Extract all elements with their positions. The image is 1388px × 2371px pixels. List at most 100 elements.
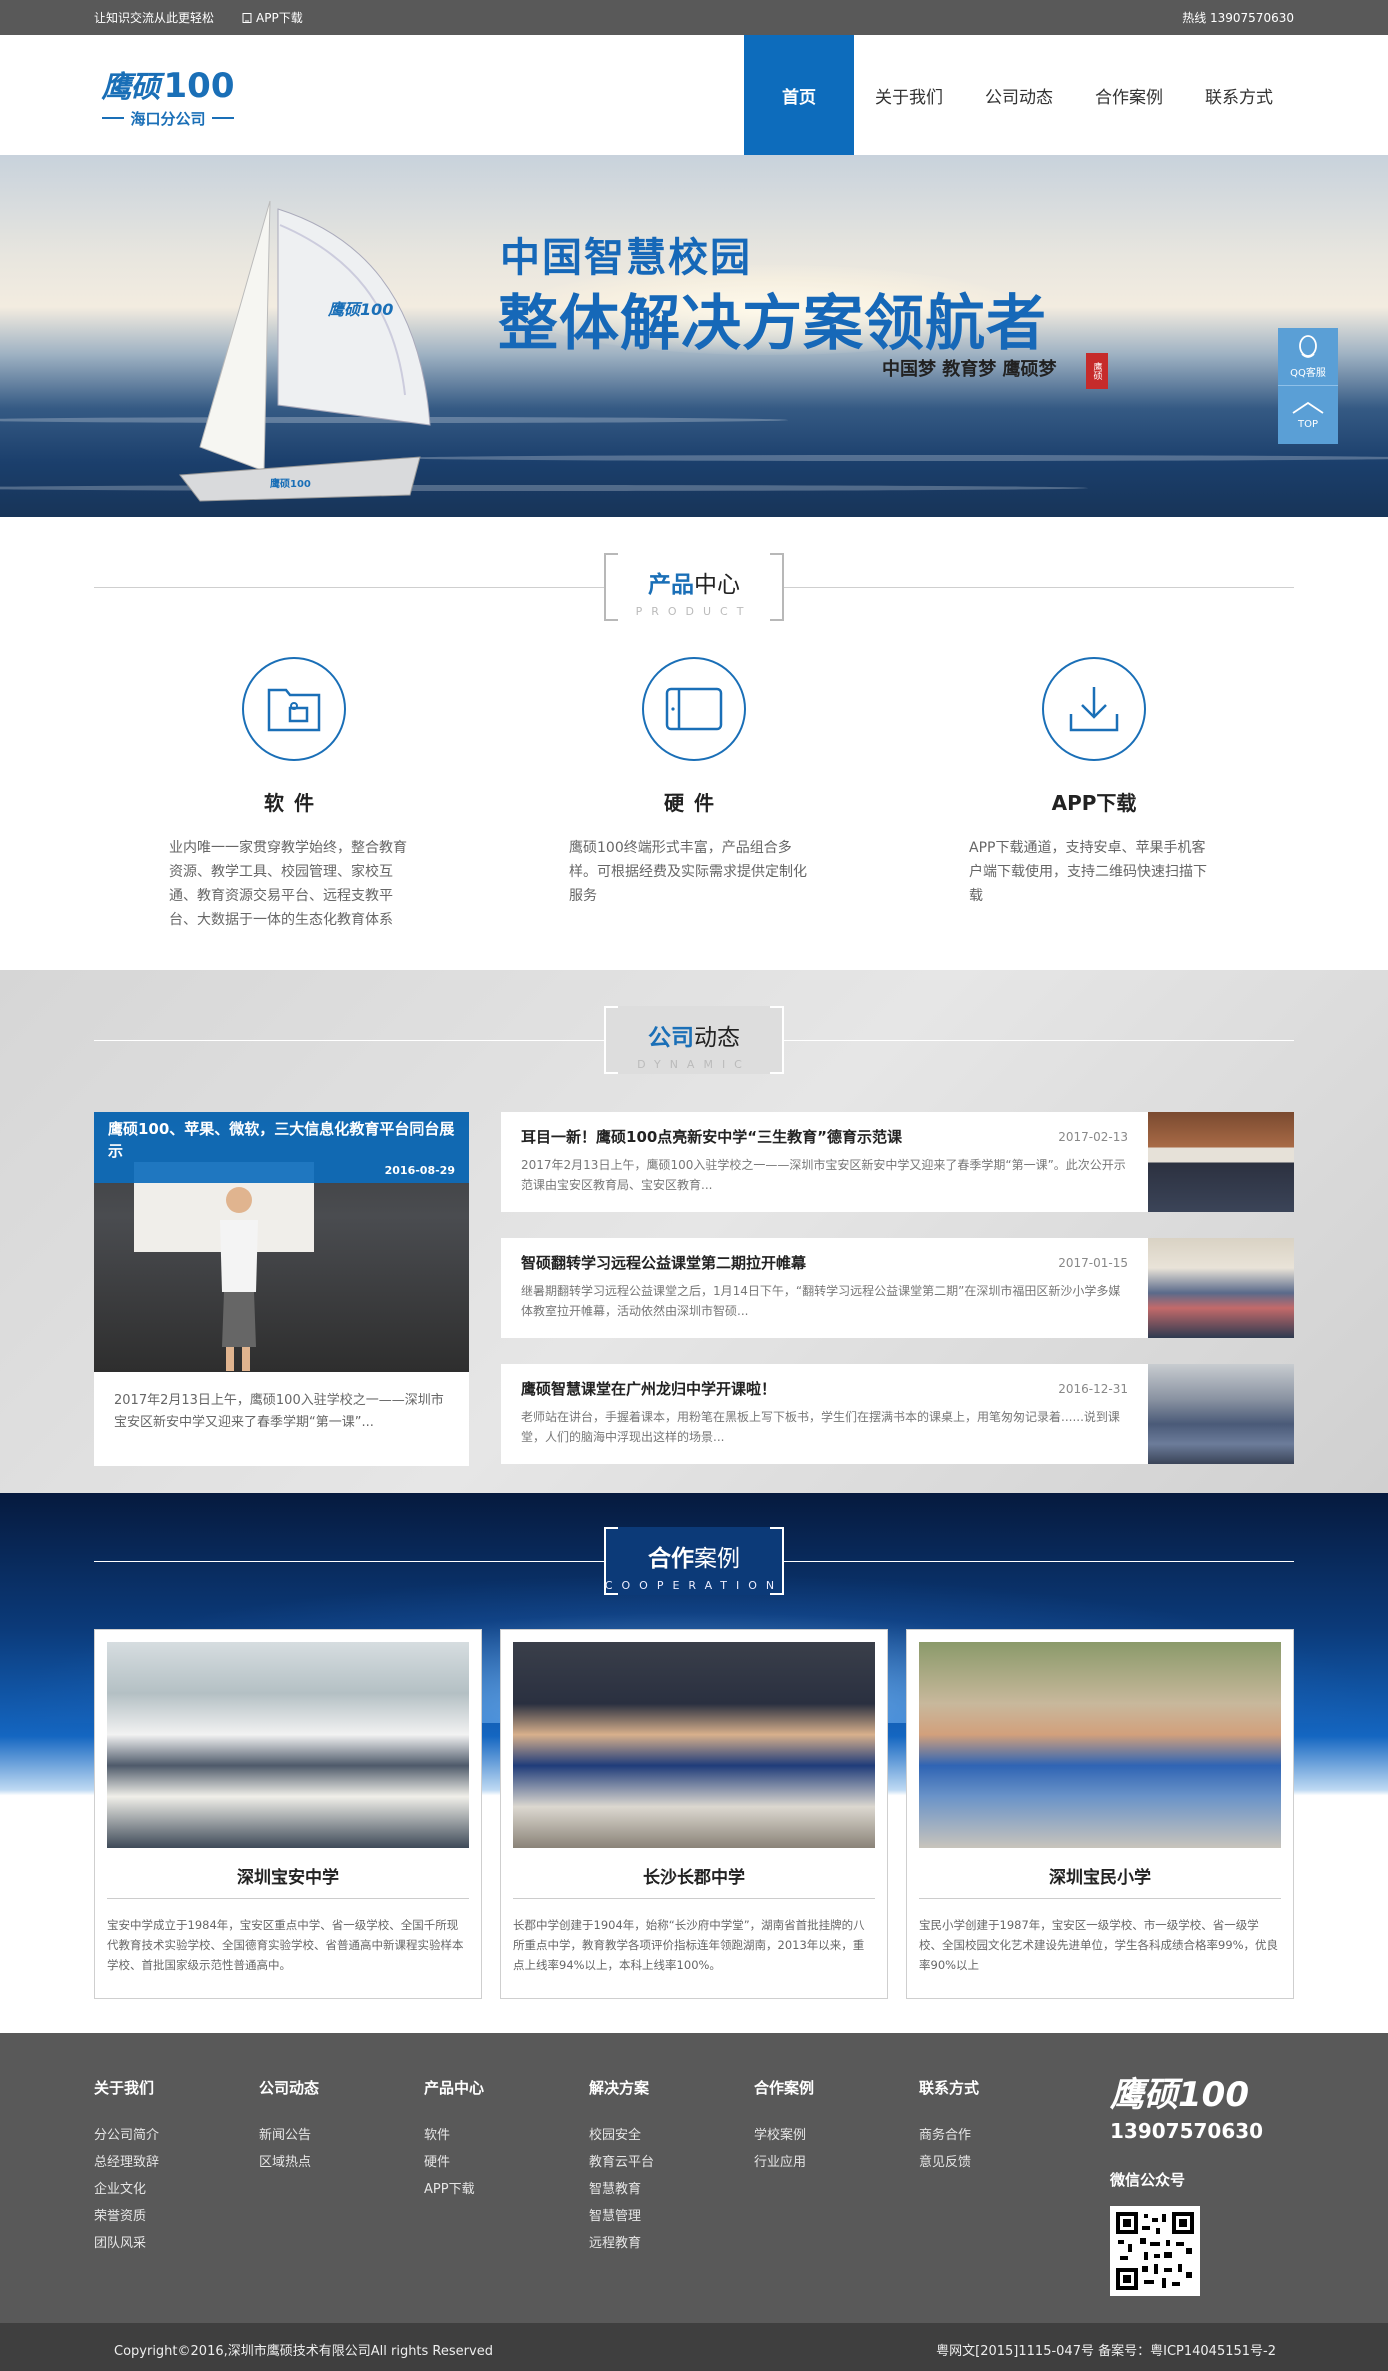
product-section-title: 产品中心 PRODUCT <box>94 547 1294 627</box>
cases-title-en: COOPERATION <box>604 1579 784 1592</box>
case-card[interactable]: 长沙长郡中学 长郡中学创建于1904年，始称“长沙府中学堂”，湖南省首批挂牌的八… <box>500 1629 888 1999</box>
nav-news[interactable]: 公司动态 <box>964 35 1074 155</box>
news-item-title: 鹰硕智慧课堂在广州龙归中学开课啦！ <box>521 1380 777 1398</box>
footer-link[interactable]: APP下载 <box>424 2176 589 2203</box>
logo-number: 100 <box>163 65 235 106</box>
product-app-title: APP下载 <box>1051 791 1137 815</box>
news-item-desc: 老师站在讲台，手握着课本，用粉笔在黑板上写下板书，学生们在摆满书本的课桌上，用笔… <box>521 1410 1120 1444</box>
product-app-desc: APP下载通道，支持安卓、苹果手机客户端下载使用，支持二维码快速扫描下载 <box>969 840 1207 904</box>
nav-cases[interactable]: 合作案例 <box>1074 35 1184 155</box>
nav-about[interactable]: 关于我们 <box>854 35 964 155</box>
news-item-thumbnail <box>1148 1364 1294 1464</box>
wechat-title: 微信公众号 <box>1110 2171 1186 2189</box>
footer-column-title: 产品中心 <box>424 2079 485 2097</box>
qq-service-button[interactable]: QQ客服 <box>1278 328 1338 386</box>
featured-news[interactable]: 鹰硕100、苹果、微软，三大信息化教育平台同台展示 2016-08-29 201… <box>94 1112 469 1466</box>
footer-link[interactable]: 智慧教育 <box>589 2176 754 2203</box>
product-hardware[interactable]: 硬件 鹰硕100终端形式丰富，产品组合多样。可根据经费及实际需求提供定制化服务 <box>494 657 894 932</box>
footer-contact: 鹰硕100 13907570630 微信公众号 <box>1110 2077 1294 2296</box>
footer-link[interactable]: 总经理致辞 <box>94 2149 259 2176</box>
news-item[interactable]: 耳目一新！鹰硕100点亮新安中学“三生教育”德育示范课 2017-02-13 2… <box>501 1112 1294 1212</box>
icp-text: 粤网文[2015]1115-047号 备案号：粤ICP14045151号-2 <box>936 2343 1276 2359</box>
svg-text:鹰硕100: 鹰硕100 <box>270 477 311 490</box>
footer-logo: 鹰硕100 <box>1110 2075 1249 2115</box>
news-item-date: 2017-01-15 <box>1058 1255 1128 1270</box>
logo-text: 鹰硕 <box>101 69 161 105</box>
banner-title-2: 整体解决方案领航者 <box>498 289 1047 359</box>
featured-news-caption: 鹰硕100、苹果、微软，三大信息化教育平台同台展示 2016-08-29 <box>94 1112 469 1183</box>
cases-title-hl: 合作 <box>648 1546 694 1572</box>
chevron-up-icon <box>1292 401 1324 414</box>
qq-penguin-icon <box>1299 335 1317 358</box>
product-title-hl: 产品 <box>648 572 694 598</box>
featured-news-title: 鹰硕100、苹果、微软，三大信息化教育平台同台展示 <box>108 1120 455 1160</box>
case-card[interactable]: 深圳宝安中学 宝安中学成立于1984年，宝安区重点中学、省一级学校、全国千所现代… <box>94 1629 482 1999</box>
app-download-label: APP下载 <box>256 11 303 25</box>
news-title-hl: 公司 <box>648 1025 694 1051</box>
case-card[interactable]: 深圳宝民小学 宝民小学创建于1987年，宝安区一级学校、市一级学校、省一级学校、… <box>906 1629 1294 1999</box>
news-item-desc: 2017年2月13日上午，鹰硕100入驻学校之一——深圳市宝安区新安中学又迎来了… <box>521 1158 1126 1192</box>
news-item[interactable]: 鹰硕智慧课堂在广州龙归中学开课啦！ 2016-12-31 老师站在讲台，手握着课… <box>501 1364 1294 1464</box>
product-section: 产品中心 PRODUCT 软件 业内唯一一家贯穿教学始终，整合教育资源、教学工具… <box>0 517 1388 970</box>
floating-side-bar: QQ客服 TOP <box>1278 328 1338 444</box>
qq-service-label: QQ客服 <box>1290 368 1326 379</box>
footer-column: 公司动态 新闻公告 区域热点 <box>259 2077 424 2296</box>
nav-contact[interactable]: 联系方式 <box>1184 35 1294 155</box>
product-software[interactable]: 软件 业内唯一一家贯穿教学始终，整合教育资源、教学工具、校园管理、家校互通、教育… <box>94 657 494 932</box>
footer-link[interactable]: 智慧管理 <box>589 2203 754 2230</box>
banner-seal: 鹰硕 <box>1086 353 1108 389</box>
footer: 关于我们 分公司简介 总经理致辞 企业文化 荣誉资质 团队风采 公司动态 新闻公… <box>0 2033 1388 2323</box>
hero-banner: 鹰硕100 鹰硕100 中国智慧校园 整体解决方案领航者 中国梦 教育梦 鹰硕梦… <box>0 155 1388 517</box>
tablet-icon <box>665 687 723 731</box>
case-image <box>107 1642 469 1848</box>
footer-column-title: 合作案例 <box>754 2079 815 2097</box>
news-item-desc: 继暑期翻转学习远程公益课堂之后，1月14日下午，“翻转学习远程公益课堂第二期”在… <box>521 1284 1121 1318</box>
case-desc: 宝民小学创建于1987年，宝安区一级学校、市一级学校、省一级学校、全国校园文化艺… <box>919 1918 1279 1972</box>
news-section-title: 公司动态 DYNAMIC <box>94 1000 1294 1080</box>
footer-link[interactable]: 软件 <box>424 2122 589 2149</box>
news-item-title: 智硕翻转学习远程公益课堂第二期拉开帷幕 <box>521 1254 807 1272</box>
news-title-en: DYNAMIC <box>637 1058 751 1071</box>
footer-link[interactable]: 商务合作 <box>919 2122 1084 2149</box>
footer-link[interactable]: 区域热点 <box>259 2149 424 2176</box>
header: 鹰硕 100 海口分公司 首页 关于我们 公司动态 合作案例 联系方式 <box>0 35 1388 155</box>
case-image <box>513 1642 875 1848</box>
nav-home[interactable]: 首页 <box>744 35 854 155</box>
featured-news-date: 2016-08-29 <box>384 1164 455 1177</box>
footer-link[interactable]: 硬件 <box>424 2149 589 2176</box>
footer-link[interactable]: 团队风采 <box>94 2230 259 2257</box>
product-title-rest: 中心 <box>694 572 740 598</box>
wechat-qr-code <box>1110 2206 1200 2296</box>
product-app-download[interactable]: APP下载 APP下载通道，支持安卓、苹果手机客户端下载使用，支持二维码快速扫描… <box>894 657 1294 932</box>
case-image <box>919 1642 1281 1848</box>
footer-link[interactable]: 荣誉资质 <box>94 2203 259 2230</box>
footer-link[interactable]: 行业应用 <box>754 2149 919 2176</box>
footer-link[interactable]: 新闻公告 <box>259 2122 424 2149</box>
copyright-bar: Copyright©2016,深圳市鹰硕技术有限公司All rights Res… <box>0 2323 1388 2371</box>
news-item-thumbnail <box>1148 1112 1294 1212</box>
footer-link[interactable]: 意见反馈 <box>919 2149 1084 2176</box>
case-name: 深圳宝民小学 <box>919 1863 1281 1899</box>
footer-column: 联系方式 商务合作 意见反馈 <box>919 2077 1084 2296</box>
news-item[interactable]: 智硕翻转学习远程公益课堂第二期拉开帷幕 2017-01-15 继暑期翻转学习远程… <box>501 1238 1294 1338</box>
footer-link[interactable]: 分公司简介 <box>94 2122 259 2149</box>
hotline: 热线 13907570630 <box>1182 11 1294 25</box>
footer-link[interactable]: 远程教育 <box>589 2230 754 2257</box>
footer-link[interactable]: 教育云平台 <box>589 2149 754 2176</box>
app-download-link[interactable]: APP下载 <box>242 9 303 26</box>
footer-link[interactable]: 企业文化 <box>94 2176 259 2203</box>
main-nav: 首页 关于我们 公司动态 合作案例 联系方式 <box>744 35 1294 155</box>
back-to-top-button[interactable]: TOP <box>1278 386 1338 444</box>
product-software-title: 软件 <box>264 791 324 815</box>
news-item-date: 2017-02-13 <box>1058 1129 1128 1144</box>
footer-column: 关于我们 分公司简介 总经理致辞 企业文化 荣誉资质 团队风采 <box>94 2077 259 2296</box>
footer-column-title: 公司动态 <box>259 2079 320 2097</box>
svg-text:鹰硕100: 鹰硕100 <box>327 300 393 319</box>
news-item-date: 2016-12-31 <box>1058 1381 1128 1396</box>
logo[interactable]: 鹰硕 100 海口分公司 <box>94 62 242 129</box>
news-title-rest: 动态 <box>694 1025 740 1051</box>
footer-link[interactable]: 校园安全 <box>589 2122 754 2149</box>
footer-column: 解决方案 校园安全 教育云平台 智慧教育 智慧管理 远程教育 <box>589 2077 754 2296</box>
product-hardware-desc: 鹰硕100终端形式丰富，产品组合多样。可根据经费及实际需求提供定制化服务 <box>569 840 807 904</box>
footer-link[interactable]: 学校案例 <box>754 2122 919 2149</box>
